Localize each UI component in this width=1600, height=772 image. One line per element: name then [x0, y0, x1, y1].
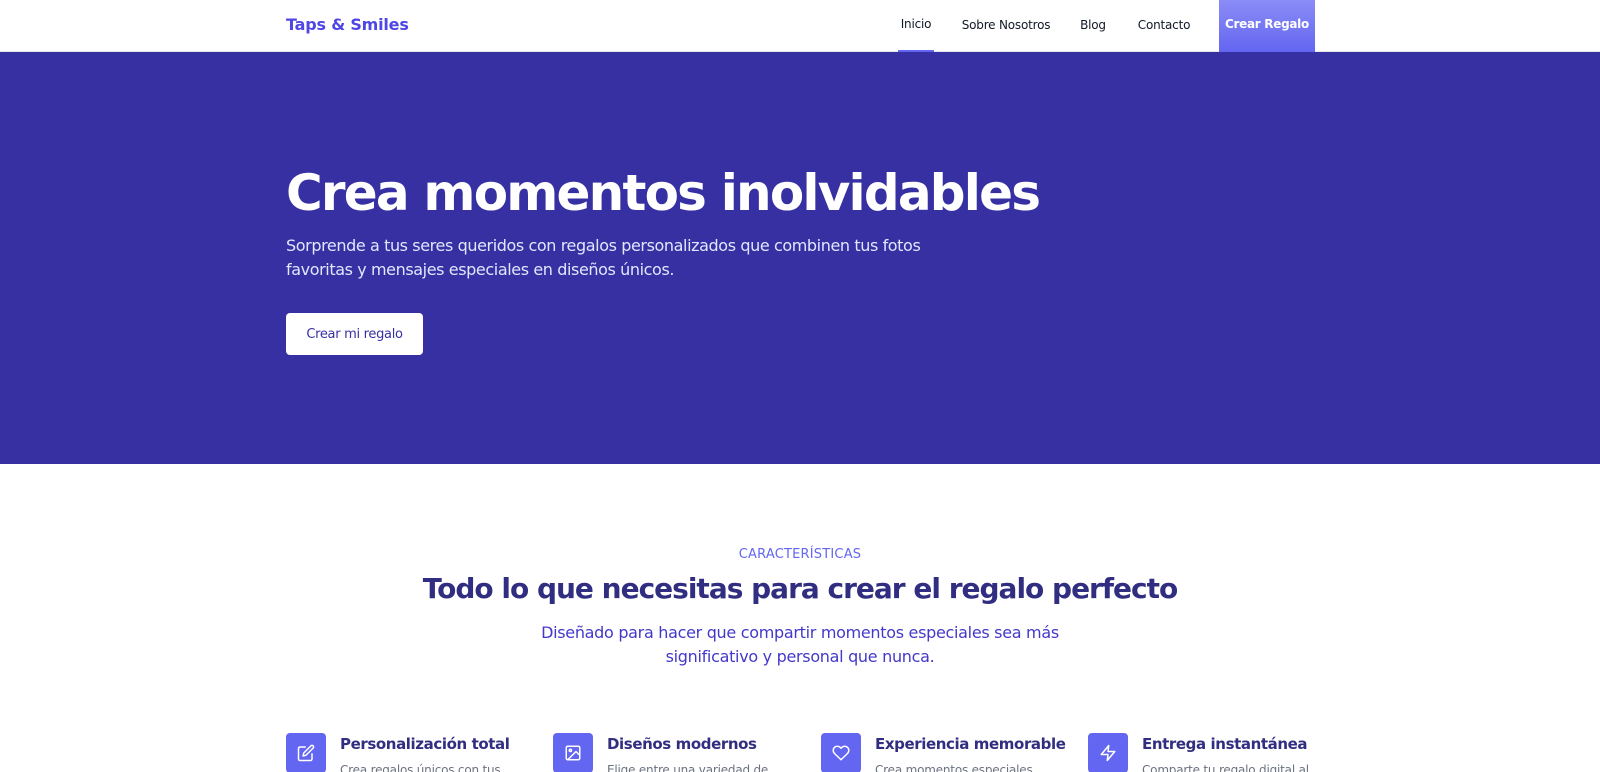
create-gift-button[interactable]: Crear Regalo [1219, 0, 1315, 52]
features-title: Todo lo que necesitas para crear el rega… [422, 572, 1179, 605]
features-subtitle: Diseñado para hacer que compartir moment… [541, 623, 1059, 666]
feature-description: Crea regalos únicos con tus [340, 763, 501, 772]
features-eyebrow: CARACTERÍSTICAS [738, 547, 862, 562]
create-my-gift-button[interactable]: Crear mi regalo [286, 313, 423, 355]
hero-section: Crea momentos inolvidables Sorprende a t… [0, 52, 1600, 464]
feature-card: Diseños modernos Elige entre una varieda… [553, 733, 793, 772]
hero-title: Crea momentos inolvidables [286, 164, 1041, 222]
hero-subtitle: Sorprende a tus seres queridos con regal… [286, 236, 921, 279]
edit-icon [286, 733, 326, 772]
feature-card: Personalización total Crea regalos único… [286, 733, 526, 772]
top-navbar: Taps & Smiles Inicio Sobre Nosotros Blog… [0, 0, 1600, 52]
feature-description: Crea momentos especiales [875, 763, 1033, 772]
feature-name: Experiencia memorable [875, 735, 1066, 753]
feature-description: Comparte tu regalo digital al [1142, 763, 1309, 772]
nav-item-contacto[interactable]: Contacto [1137, 0, 1191, 52]
lightning-icon [1088, 733, 1128, 772]
nav-item-blog[interactable]: Blog [1077, 0, 1109, 52]
feature-name: Diseños modernos [607, 735, 757, 753]
image-icon [553, 733, 593, 772]
heart-icon [821, 733, 861, 772]
nav-item-inicio[interactable]: Inicio [898, 0, 934, 52]
feature-name: Personalización total [340, 735, 510, 753]
feature-card: Entrega instantánea Comparte tu regalo d… [1088, 733, 1328, 772]
feature-card: Experiencia memorable Crea momentos espe… [821, 733, 1066, 772]
feature-description: Elige entre una variedad de [607, 763, 769, 772]
brand-logo[interactable]: Taps & Smiles [286, 15, 409, 34]
feature-name: Entrega instantánea [1142, 735, 1308, 753]
nav-item-sobre-nosotros[interactable]: Sobre Nosotros [961, 0, 1051, 52]
